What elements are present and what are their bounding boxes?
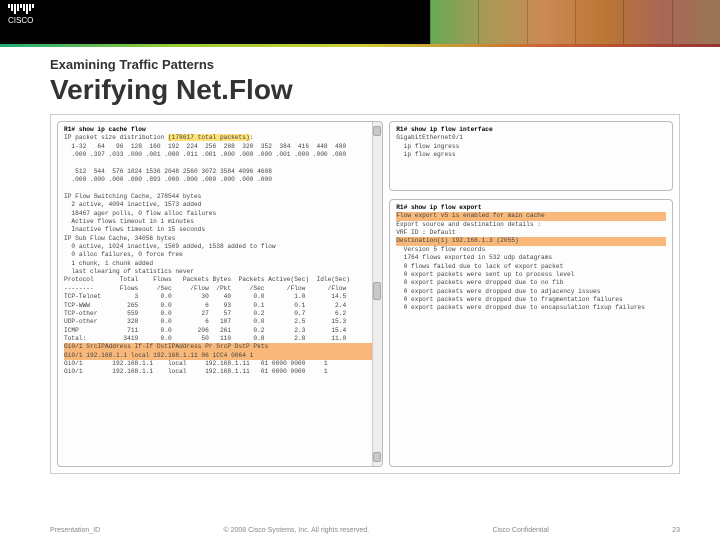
banner-photos (430, 0, 720, 44)
iface-rows-tail: Gi0/1 192.168.1.1 local 192.168.1.11 01 … (64, 360, 376, 377)
right-column: R1# show ip flow interface GigabitEthern… (389, 121, 673, 467)
scroll-up-icon[interactable] (373, 126, 381, 136)
footer-confidential: Cisco Confidential (492, 527, 548, 534)
total-packets-hl: (178617 total packets) (168, 134, 250, 141)
page-number: 23 (672, 527, 680, 534)
cisco-logo: CISCO (0, 0, 42, 29)
footer-copyright: © 2008 Cisco Systems, Inc. All rights re… (224, 527, 370, 534)
cmd-show-ip-flow-interface: R1# show ip flow interface (396, 126, 493, 133)
scroll-down-icon[interactable] (373, 452, 381, 462)
output-pane-flow-export: R1# show ip flow export Flow export v5 i… (389, 199, 673, 467)
dist-prefix: IP packet size distribution (64, 134, 168, 141)
cacheflow-body: 1-32 64 96 128 160 192 224 256 288 320 3… (64, 143, 376, 344)
cmd-show-ip-flow-export: R1# show ip flow export (396, 204, 481, 211)
flow-interface-body: GigabitEthernet0/1 ip flow ingress ip fl… (396, 134, 666, 159)
page-title: Verifying Net.Flow (50, 74, 680, 106)
iface-header-hl: Gi0/1 SrcIPAddress If-If DstIPAddress Pr… (64, 343, 376, 351)
scroll-thumb[interactable] (373, 282, 381, 300)
export-mid: Export source and destination details : … (396, 221, 666, 238)
output-pane-flow-interface: R1# show ip flow interface GigabitEthern… (389, 121, 673, 191)
header-bar: CISCO (0, 0, 720, 44)
slide-body: Examining Traffic Patterns Verifying Net… (0, 47, 720, 474)
scrollbar[interactable] (372, 122, 382, 466)
dist-suffix: : (250, 134, 254, 141)
logo-text: CISCO (8, 16, 33, 25)
cmd-show-ip-cache-flow: R1# show ip cache flow (64, 126, 146, 133)
footer-id: Presentation_ID (50, 527, 100, 534)
export-enabled-hl: Flow export v5 is enabled for main cache (396, 212, 666, 220)
footer: Presentation_ID © 2008 Cisco Systems, In… (0, 527, 720, 534)
iface-row-hl: Gi0/1 192.168.1.1 local 192.168.1.11 06 … (64, 352, 376, 360)
export-tail: Version 5 flow records 1764 flows export… (396, 246, 666, 313)
output-pane-cacheflow: R1# show ip cache flow IP packet size di… (57, 121, 383, 467)
pretitle: Examining Traffic Patterns (50, 57, 680, 72)
logo-bars-icon (8, 4, 34, 14)
export-dest-hl: Destination(1) 192.168.1.3 (2055) (396, 237, 666, 245)
content-frame: R1# show ip cache flow IP packet size di… (50, 114, 680, 474)
